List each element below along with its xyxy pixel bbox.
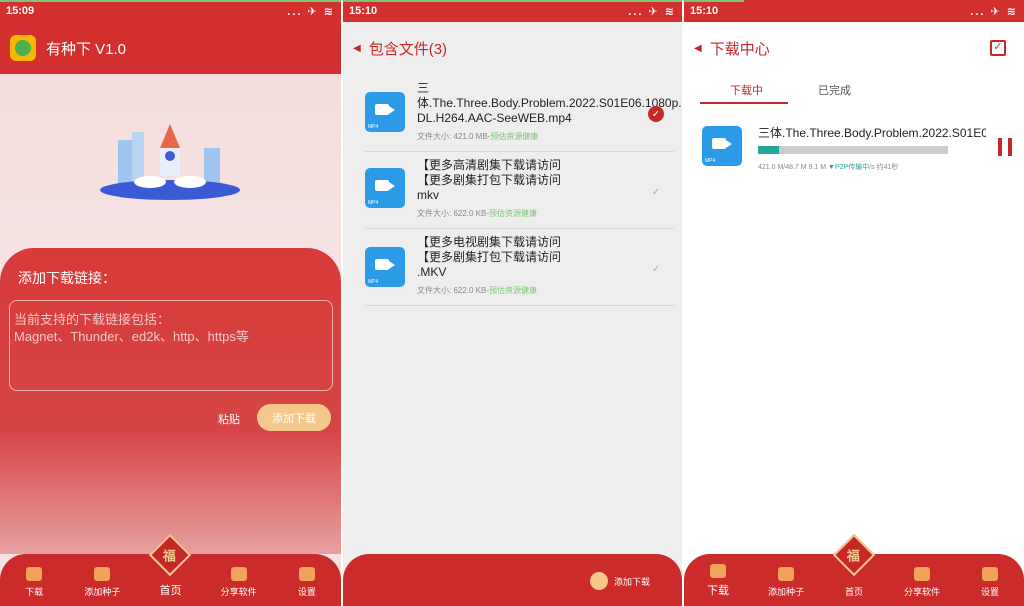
page-title: 包含文件(3) — [368, 40, 448, 58]
tab-home[interactable]: 首页 — [140, 582, 200, 598]
app-title: 有种下 V1.0 — [46, 40, 127, 58]
status-icons: ... ✈ ≋ — [287, 5, 335, 18]
check-icon[interactable]: ✓ — [648, 106, 664, 122]
share-icon — [230, 567, 247, 581]
page-title: 下载中心 — [709, 40, 770, 58]
check-icon[interactable]: ✓ — [648, 261, 664, 277]
paste-button[interactable]: 粘贴 — [218, 411, 240, 427]
app-bar: ◀ 包含文件(3) — [343, 22, 682, 74]
add-download-button[interactable]: 添加下载 — [257, 404, 331, 431]
file-size: 文件大小: 421.0 MB-预估资源健康 — [417, 132, 539, 141]
settings-icon — [298, 567, 315, 581]
tab-add-torrent[interactable]: 添加种子 — [72, 567, 132, 598]
progress-strip — [343, 0, 682, 2]
tab-home[interactable]: 首页 — [824, 585, 884, 598]
tab-settings[interactable]: 设置 — [277, 567, 337, 598]
file-name: 【更多高清剧集下载请访问 【更多剧集打包下载请访问 mkv — [417, 158, 682, 202]
status-icons: ... ✈ ≋ — [628, 5, 676, 18]
add-link-label: 添加下载链接： — [18, 270, 116, 286]
check-icon[interactable]: ✓ — [648, 184, 664, 200]
progress-strip — [684, 0, 744, 2]
task-progress-bar — [758, 146, 948, 154]
tab-downloading[interactable]: 下载中 — [730, 82, 763, 98]
status-bar: 15:10 ... ✈ ≋ — [684, 0, 1024, 22]
status-time: 15:10 — [690, 5, 719, 17]
app-logo-icon — [10, 35, 36, 61]
back-icon[interactable]: ◀ — [694, 43, 702, 54]
status-time: 15:10 — [349, 5, 378, 17]
back-icon[interactable]: ◀ — [353, 43, 361, 54]
tab-download[interactable]: 下载 — [688, 564, 748, 598]
file-name: 三体.The.Three.Body.Problem.2022.S01E06.10… — [417, 81, 682, 125]
file-list-screen: 15:10 ... ✈ ≋ ◀ 包含文件(3) MP4 三体.The.Three… — [343, 0, 682, 606]
tab-add-torrent[interactable]: 添加种子 — [756, 567, 816, 598]
tab-bar: 下载中 已完成 — [684, 76, 1024, 104]
umbrella-icon — [26, 567, 43, 581]
status-icons: ... ✈ ≋ — [970, 5, 1018, 18]
tab-completed[interactable]: 已完成 — [818, 82, 851, 98]
file-item[interactable]: MP4 【更多高清剧集下载请访问 【更多剧集打包下载请访问 mkv 文件大小: … — [365, 152, 674, 229]
mp4-file-icon: MP4 — [365, 247, 405, 287]
mp4-file-icon: MP4 — [365, 92, 405, 132]
file-name: 【更多电视剧集下载请访问 【更多剧集打包下载请访问 .MKV — [417, 235, 682, 279]
umbrella-icon — [710, 564, 726, 578]
task-info: 421.0 M/48.7 M 9.1 M ▼P2P传输中/s 约41秒 — [758, 164, 899, 171]
file-item[interactable]: MP4 【更多电视剧集下载请访问 【更多剧集打包下载请访问 .MKV 文件大小:… — [365, 229, 674, 306]
task-name: 三体.The.Three.Body.Problem.2022.S01E0... — [758, 126, 986, 140]
home-screen: 15:09 ... ✈ ≋ 有种下 V1.0 添加下载链接： 当前支持的下载链接… — [0, 0, 341, 606]
mp4-file-icon: MP4 — [365, 168, 405, 208]
tab-share-app[interactable]: 分享软件 — [892, 567, 952, 598]
file-item[interactable]: MP4 三体.The.Three.Body.Problem.2022.S01E0… — [365, 78, 682, 152]
status-time: 15:09 — [6, 5, 35, 17]
bottom-action-bar: 添加下载 — [343, 554, 682, 606]
app-bar: 有种下 V1.0 — [0, 22, 341, 74]
status-bar: 15:10 ... ✈ ≋ — [343, 0, 682, 22]
status-bar: 15:09 ... ✈ ≋ — [0, 0, 341, 22]
tab-indicator — [700, 102, 788, 104]
tab-download[interactable]: 下载 — [4, 567, 64, 598]
rocket-illustration — [100, 124, 240, 200]
pause-icon[interactable] — [998, 138, 1012, 156]
link-input[interactable]: 当前支持的下载链接包括： Magnet、Thunder、ed2k、http、ht… — [9, 300, 333, 391]
download-task[interactable]: MP4 三体.The.Three.Body.Problem.2022.S01E0… — [702, 124, 1012, 174]
download-center-screen: 15:10 ... ✈ ≋ ◀ 下载中心 ✓ 下载中 已完成 MP4 三体.Th… — [684, 0, 1024, 606]
torrent-icon — [778, 567, 794, 581]
file-size: 文件大小: 622.0 KB-预估资源健康 — [417, 286, 538, 295]
select-all-icon[interactable]: ✓ — [990, 40, 1006, 56]
progress-strip — [0, 0, 341, 2]
app-bar: ◀ 下载中心 — [684, 22, 1024, 74]
tab-share-app[interactable]: 分享软件 — [209, 567, 269, 598]
link-input-placeholder-line2: Magnet、Thunder、ed2k、http、https等 — [14, 329, 249, 344]
add-link-card: 添加下载链接： 当前支持的下载链接包括： Magnet、Thunder、ed2k… — [0, 248, 341, 554]
torrent-icon — [94, 567, 111, 581]
link-input-placeholder-line1: 当前支持的下载链接包括： — [14, 312, 171, 327]
download-icon — [589, 572, 608, 590]
settings-icon — [982, 567, 998, 581]
file-size: 文件大小: 622.0 KB-预估资源健康 — [417, 209, 538, 218]
share-icon — [914, 567, 930, 581]
mp4-file-icon: MP4 — [702, 126, 742, 166]
add-download-button[interactable]: 添加下载 — [589, 572, 650, 590]
tab-settings[interactable]: 设置 — [960, 567, 1020, 598]
